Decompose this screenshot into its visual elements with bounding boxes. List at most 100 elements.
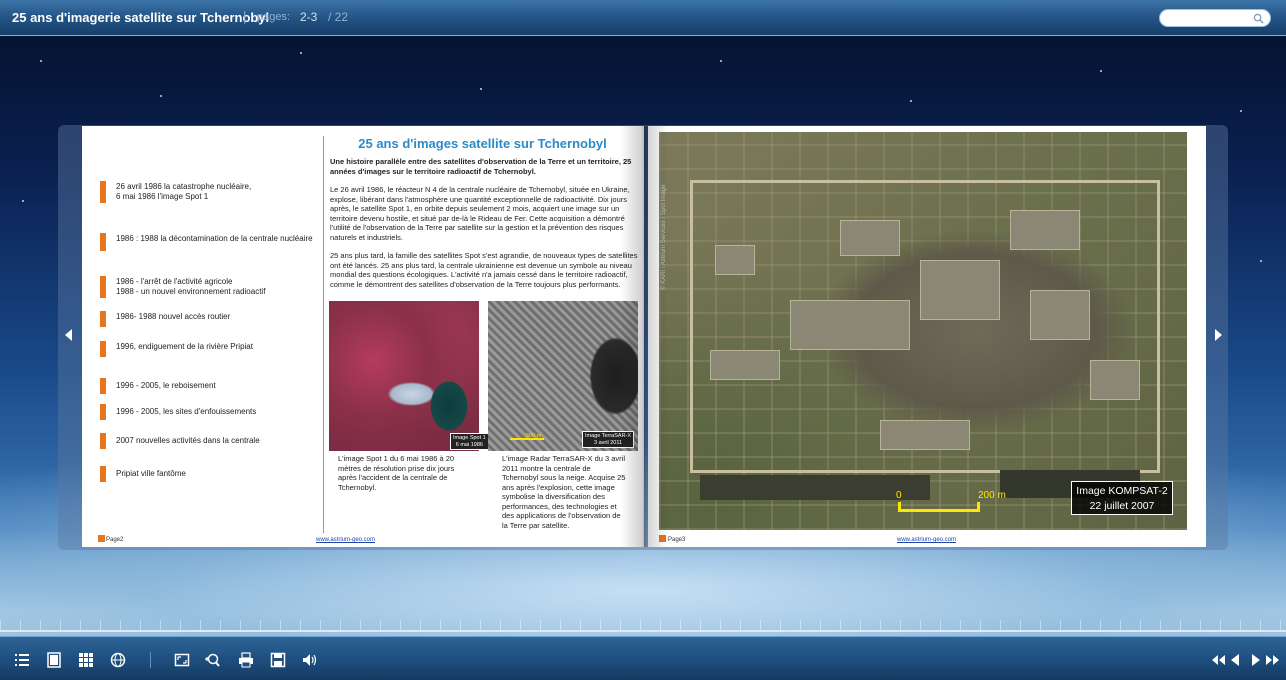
star [910,100,912,102]
footer-marker [98,535,105,542]
plant-road [1157,180,1160,473]
timeline-marker [100,404,106,420]
last-page-icon[interactable] [1265,652,1281,668]
pages-label: pages: [257,11,291,23]
timeline-item: 1986- 1988 nouvel accès routier [100,311,230,327]
next-page-arrow-icon[interactable] [1213,328,1225,342]
article-paragraph-1: Le 26 avril 1986, le réacteur N 4 de la … [330,185,630,242]
radar-scale-label: 500 m [526,433,542,439]
search-icon[interactable] [1253,13,1264,24]
star [480,88,482,90]
prev-page-icon[interactable] [1228,652,1244,668]
timeline-marker [100,181,106,203]
article-title: 25 ans d'images satellite sur Tchernobyl [358,136,607,151]
plant-road [690,180,693,473]
article-paragraph-2: 25 ans plus tard, la famille des satelli… [330,251,638,289]
plant-building [715,245,755,275]
timeline-item: 1996, endiguement de la rivière Pripiat [100,341,253,357]
timeline-item: 1986 - l'arrêt de l'activité agricole 19… [100,276,265,298]
column-divider [323,136,324,533]
kompsat-image-label: Image KOMPSAT-2 22 juillet 2007 [1071,481,1173,515]
kompsat-scale-label: 200 m [978,490,1006,501]
kompsat-scale-zero: 0 [896,490,902,501]
save-icon[interactable] [270,652,286,668]
grid-icon[interactable] [78,652,94,668]
article-subtitle: Une histoire parallèle entre des satelli… [330,157,632,176]
timeline-text: 1986 : 1988 la décontamination de la cen… [116,234,313,243]
plant-building [840,220,900,256]
kompsat-scale-bar [898,509,980,512]
spot-image-tag: Image Spot 1 6 mai 1986 [450,433,489,450]
radar-image-tag: Image TerraSAR-X 3 avril 2011 [582,431,635,448]
search-input[interactable] [1168,12,1254,25]
star [300,52,302,54]
toolbar-separator [150,652,151,668]
fullscreen-icon[interactable] [174,652,190,668]
timeline-text: 26 avril 1986 la catastrophe nucléaire, … [116,182,252,201]
bottom-toolbar [0,636,1286,680]
timeline-item: Pripiat ville fantôme [100,466,186,482]
kompsat-label-line1: Image KOMPSAT-2 [1076,485,1168,497]
sound-icon[interactable] [302,652,318,668]
timeline-marker [100,341,106,357]
timeline-text: 1986- 1988 nouvel accès routier [116,312,231,321]
timeline-text: 1996, endiguement de la rivière Pripiat [116,342,253,351]
page-slider[interactable] [0,630,1286,632]
list-icon[interactable] [14,652,30,668]
timeline-item: 26 avril 1986 la catastrophe nucléaire, … [100,181,251,203]
timeline-text: Pripiat ville fantôme [116,469,186,478]
first-page-icon[interactable] [1210,652,1226,668]
star [1100,70,1102,72]
prev-page-arrow-icon[interactable] [62,328,74,342]
timeline-item: 1996 - 2005, le reboisement [100,378,216,394]
print-icon[interactable] [238,652,254,668]
plant-building [920,260,1000,320]
star [40,60,42,62]
footer-page-number: Page2 [106,537,124,543]
timeline-marker [100,378,106,394]
plant-building [1030,290,1090,340]
timeline-marker [100,276,106,298]
document-title: 25 ans d'imagerie satellite sur Tchernob… [12,10,270,25]
terrasar-radar-image [488,301,638,451]
kompsat-label-line2: 22 juillet 2007 [1089,500,1155,512]
kompsat-scale-tick [977,502,980,512]
kompsat-scale-tick [898,502,901,512]
star [1260,260,1262,262]
footer-website-link[interactable]: www.astrium-geo.com [316,537,375,543]
timeline-marker [100,433,106,449]
star [160,95,162,97]
pages-total: / 22 [328,10,349,24]
spot-caption: L'image Spot 1 du 6 mai 1986 à 20 mètres… [338,454,455,492]
plant-building [880,420,970,450]
timeline-item: 2007 nouvelles activités dans la central… [100,433,260,449]
book-icon[interactable] [46,652,62,668]
spot-satellite-image [329,301,479,451]
plant-building [710,350,780,380]
timeline-marker [100,233,106,251]
footer-website-link[interactable]: www.astrium-geo.com [897,537,956,543]
radar-caption: L'image Radar TerraSAR-X du 3 avril 2011… [502,454,626,530]
timeline-marker [100,311,106,327]
timeline-item: 1986 : 1988 la décontamination de la cen… [100,233,313,251]
plant-building [790,300,910,350]
footer-page-number: Page3 [668,537,686,543]
timeline-marker [100,466,106,482]
star [22,200,24,202]
pages-indicator[interactable]: 2-3 [300,10,317,24]
zoom-in-icon[interactable] [204,652,220,668]
title-separator: | [243,9,247,24]
plant-building [1090,360,1140,400]
search-box[interactable] [1159,9,1271,27]
star [720,60,722,62]
timeline-item: 1996 - 2005, les sites d'enfouissements [100,404,256,420]
timeline-text: 1996 - 2005, les sites d'enfouissements [116,407,257,416]
next-page-icon[interactable] [1247,652,1263,668]
globe-icon[interactable] [110,652,126,668]
image-credit: © KARI / Astrium Services / Spot Image [661,184,667,290]
timeline-text: 1986 - l'arrêt de l'activité agricole 19… [116,277,266,296]
timeline-text: 1996 - 2005, le reboisement [116,381,216,390]
top-bar: 25 ans d'imagerie satellite sur Tchernob… [0,0,1286,36]
plant-road [690,180,1160,183]
star [1240,110,1242,112]
